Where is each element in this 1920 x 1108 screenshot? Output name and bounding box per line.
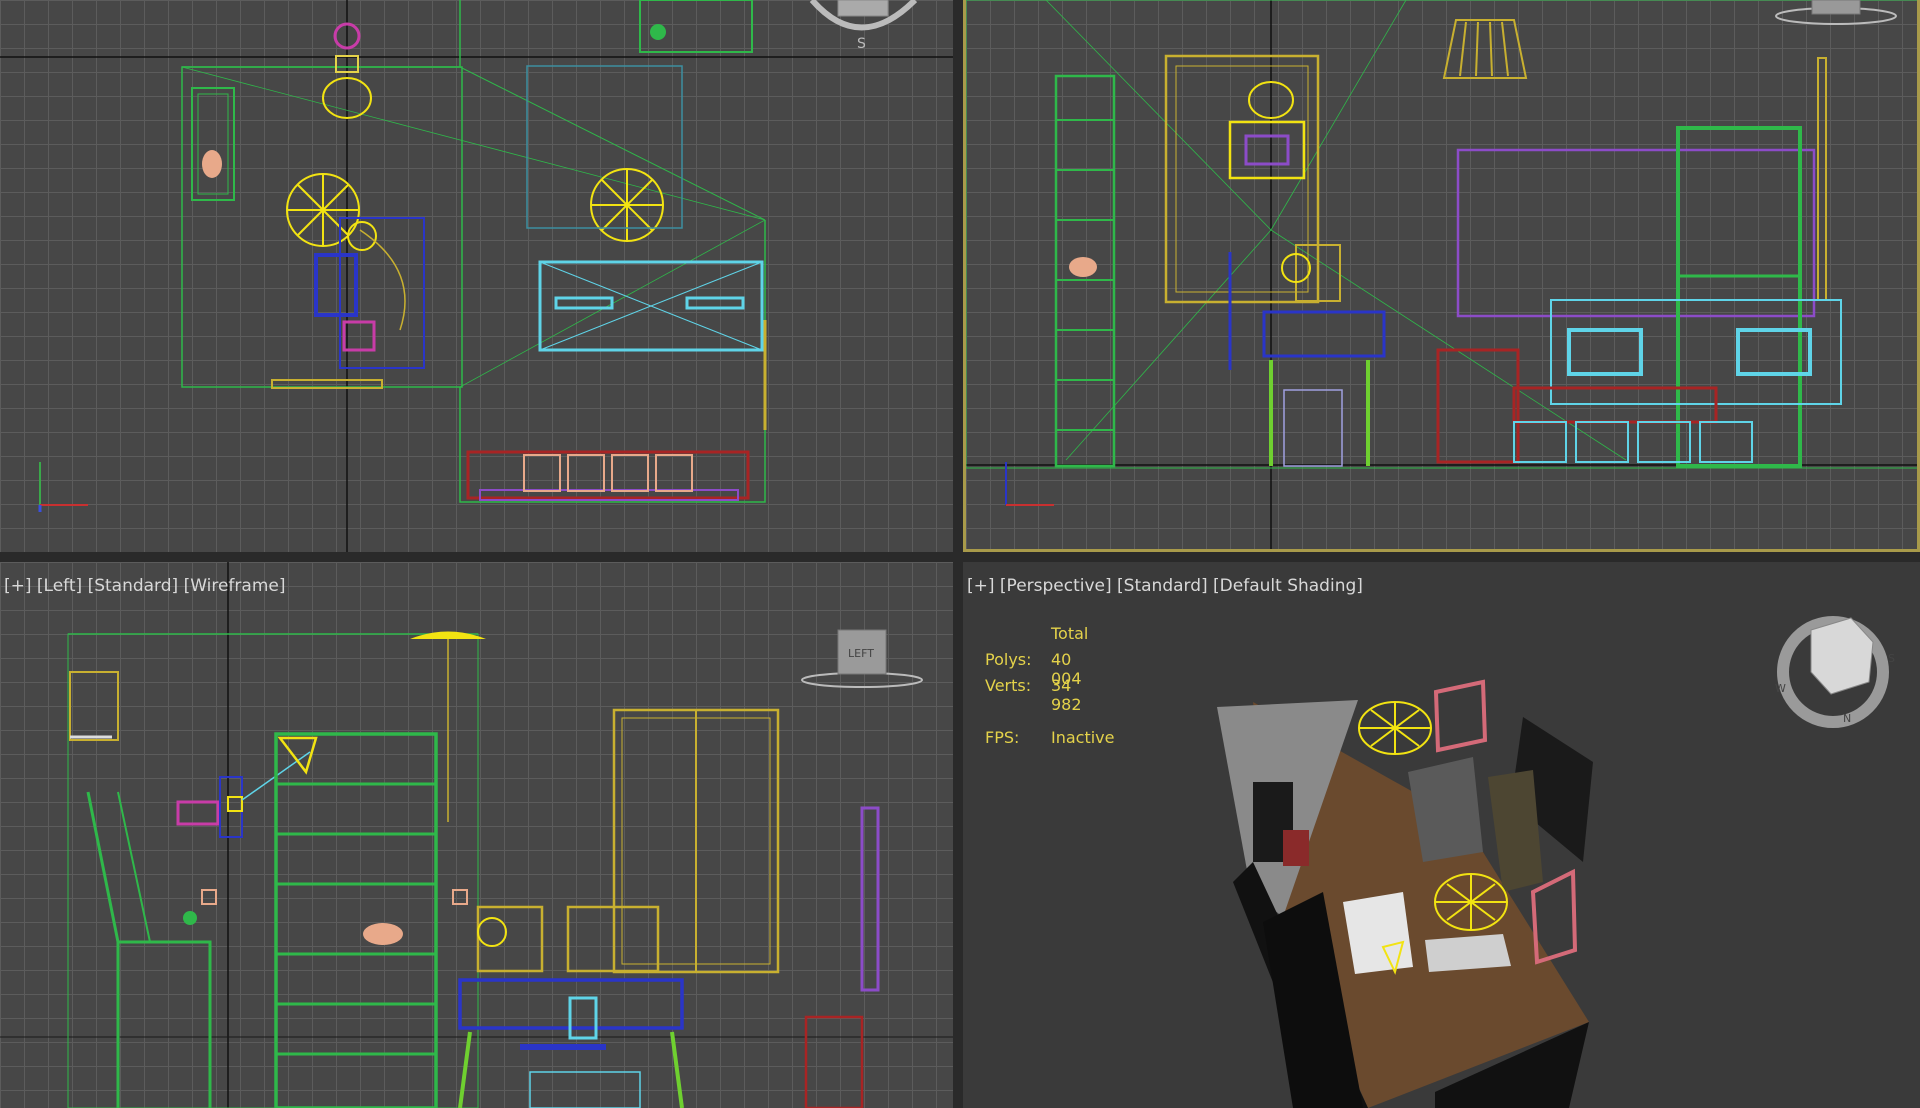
svg-text:S: S — [857, 36, 866, 52]
viewport-left[interactable]: LEFT [+] [Left] [Standard] [Wireframe] — [0, 562, 953, 1108]
left-view-wireframe: LEFT — [0, 562, 953, 1108]
light-icon — [1434, 873, 1508, 931]
verts-label: Verts: — [985, 676, 1032, 695]
viewcube-icon[interactable]: S — [809, 0, 918, 52]
verts-value: 34 982 — [1051, 676, 1082, 714]
fps-label: FPS: — [985, 728, 1020, 747]
svg-text:N: N — [1843, 712, 1851, 725]
light-icon — [590, 168, 664, 242]
teapot-icon — [363, 923, 403, 945]
svg-text:LEFT: LEFT — [848, 647, 874, 660]
viewcube-icon[interactable] — [1775, 0, 1897, 25]
viewport-top[interactable]: S — [0, 0, 953, 552]
viewport-label-perspective[interactable]: [+] [Perspective] [Standard] [Default Sh… — [967, 576, 1363, 596]
viewcube-icon[interactable]: S W N — [1775, 616, 1895, 728]
viewport-splitter-horizontal[interactable] — [0, 552, 1920, 562]
light-icon — [410, 631, 486, 639]
teapot-icon — [202, 150, 222, 178]
axis-gizmo-icon — [38, 462, 88, 512]
viewcube-icon[interactable]: LEFT — [801, 629, 923, 688]
viewport-layout: S LEFT [+] [Left] [Standard] [Wireframe]… — [0, 0, 1920, 1108]
light-icon — [277, 736, 318, 775]
stats-header: Total — [1051, 624, 1089, 643]
fps-value: Inactive — [1051, 728, 1115, 747]
front-view-wireframe — [966, 0, 1917, 549]
teapot-icon — [1069, 257, 1097, 277]
perspective-render: S W N — [1217, 616, 1895, 1108]
viewport-label-left[interactable]: [+] [Left] [Standard] [Wireframe] — [4, 576, 285, 596]
polys-label: Polys: — [985, 650, 1032, 669]
viewport-perspective[interactable]: S W N [+] [Perspective] [Standard] [Defa… — [963, 562, 1920, 1108]
svg-text:S: S — [1888, 652, 1895, 665]
light-icon — [1358, 701, 1432, 755]
top-view-wireframe: S — [0, 0, 953, 552]
svg-text:W: W — [1775, 682, 1786, 695]
viewport-front[interactable] — [963, 0, 1920, 552]
